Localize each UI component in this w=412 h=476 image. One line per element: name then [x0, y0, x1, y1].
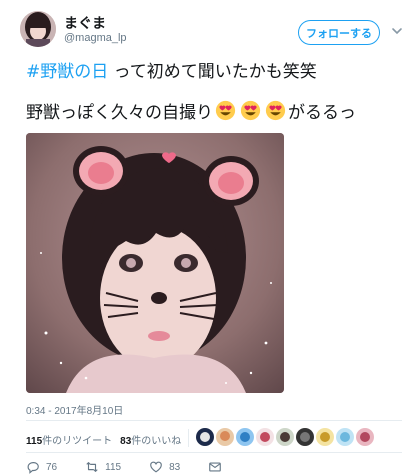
liker-avatar[interactable]	[356, 428, 374, 446]
retweet-button[interactable]: 115	[85, 460, 121, 474]
tweet-card: まぐま @magma_lp フォローする #野獣の日 って初めて聞いたかも笑笑 …	[0, 0, 412, 476]
heart-eyes-emoji-icon	[215, 100, 236, 121]
tweet-photo[interactable]	[26, 133, 284, 393]
like-button[interactable]: 83	[149, 460, 180, 474]
liker-avatar[interactable]	[196, 428, 214, 446]
envelope-icon	[209, 462, 222, 472]
liker-avatar[interactable]	[216, 428, 234, 446]
avatar-image	[20, 11, 56, 47]
follow-button[interactable]: フォローする	[298, 20, 380, 45]
user-handle[interactable]: @magma_lp	[64, 32, 127, 44]
tweet-timestamp[interactable]: 0:34 - 2017年8月10日	[26, 402, 123, 417]
tweet-text: 野獣っぽく久々の自撮り	[26, 103, 213, 123]
heart-eyes-emoji-icon	[265, 100, 286, 121]
tweet-text: って初めて聞いたかも笑笑	[108, 62, 317, 82]
liker-avatars	[196, 428, 374, 446]
retweets-count: 115	[26, 436, 43, 447]
retweets-label: 件のリツイート	[42, 436, 113, 447]
reply-icon	[27, 462, 39, 474]
likes-count: 83	[120, 436, 132, 447]
selfie-image	[26, 133, 284, 393]
liker-avatar[interactable]	[316, 428, 334, 446]
hashtag-link[interactable]: #野獣の日	[26, 62, 108, 82]
tweet-text-line-1: #野獣の日 って初めて聞いたかも笑笑	[26, 57, 317, 82]
liker-avatar[interactable]	[336, 428, 354, 446]
like-count: 83	[169, 461, 181, 473]
reply-count: 76	[46, 461, 58, 473]
heart-eyes-emoji-icon	[240, 100, 261, 121]
liker-avatar[interactable]	[256, 428, 274, 446]
likes-label: 件のいいね	[131, 436, 182, 447]
liker-avatar[interactable]	[236, 428, 254, 446]
display-name[interactable]: まぐま	[64, 13, 106, 33]
heart-icon	[150, 461, 162, 473]
likes-stat[interactable]: 83件のいいね	[120, 432, 181, 447]
direct-message-button[interactable]	[208, 460, 222, 474]
divider	[188, 429, 189, 447]
divider	[26, 452, 402, 453]
retweets-stat[interactable]: 115件のリツイート	[26, 432, 112, 447]
tweet-actions: 76 115 83	[26, 460, 250, 474]
retweet-count: 115	[105, 461, 122, 473]
retweet-icon	[86, 462, 98, 472]
tweet-text-line-2: 野獣っぽく久々の自撮り がるるっ	[26, 98, 356, 123]
avatar[interactable]	[20, 11, 56, 47]
chevron-down-icon[interactable]	[390, 24, 404, 38]
tweet-text: がるるっ	[288, 103, 356, 123]
liker-avatar[interactable]	[276, 428, 294, 446]
reply-button[interactable]: 76	[26, 460, 57, 474]
engagement-stats: 115件のリツイート 83件のいいね	[26, 432, 181, 447]
liker-avatar[interactable]	[296, 428, 314, 446]
divider	[26, 420, 402, 421]
